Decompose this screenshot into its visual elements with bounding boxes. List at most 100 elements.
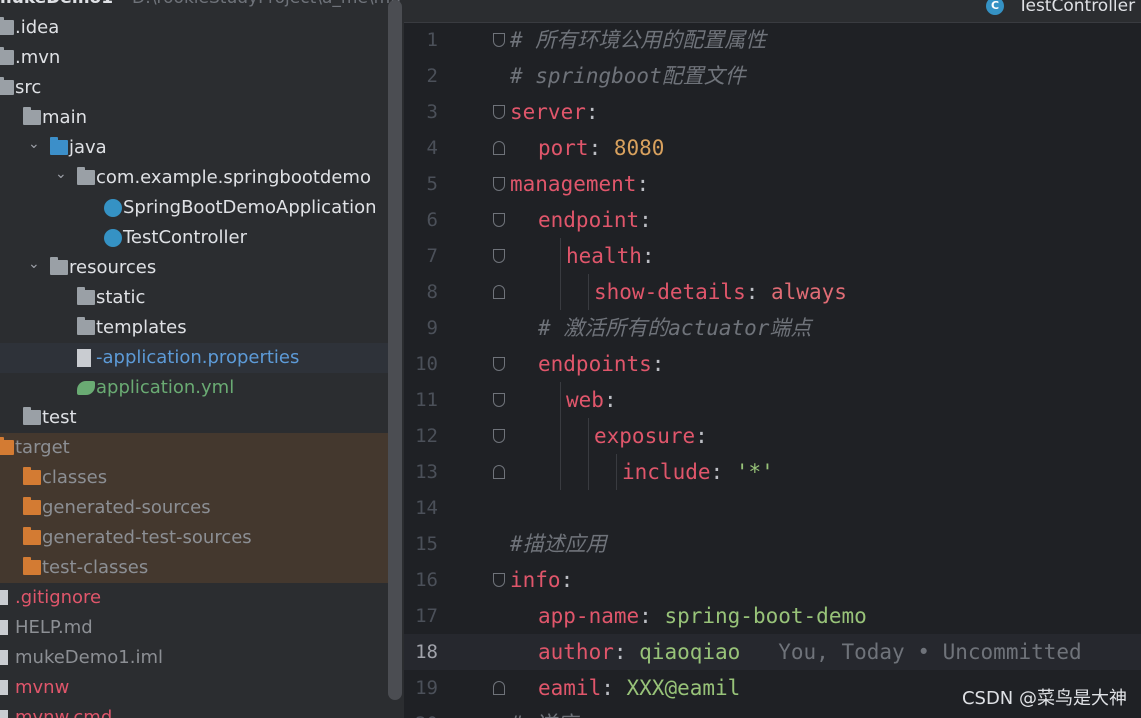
indent-guide [588,274,589,310]
code-token: #描述应用 [510,532,607,556]
fold-marker-icon[interactable] [493,105,505,119]
chevron-down-icon[interactable]: ⌄ [28,249,40,279]
folder-icon [23,107,41,125]
folder-icon [0,77,14,95]
code-line[interactable]: 15 #描述应用 [404,526,1141,562]
code-token: XXX@eamil [626,676,741,700]
line-number: 14 [415,497,438,519]
excluded-folder-icon [0,437,14,455]
excluded-folder-icon [23,497,41,515]
indent-guide [560,418,561,454]
code-line[interactable]: 17 app-name: spring-boot-demo [404,598,1141,634]
line-number: 1 [426,29,438,51]
tree-item[interactable]: HELP.md [0,613,390,643]
code-line[interactable]: 8 show-details: always [404,274,1141,310]
tree-item[interactable]: ⌄ resources [0,253,390,283]
tree-item[interactable]: -application.properties [0,343,390,373]
tree-item[interactable]: classes [0,463,390,493]
code-token: include [622,460,711,484]
folder-icon [23,407,41,425]
tree-item[interactable]: ⌄ com.example.springbootdemo [0,163,390,193]
spring-boot-class-icon [104,199,122,217]
tree-item[interactable]: SpringBootDemoApplication [0,193,390,223]
code-line[interactable]: 18 author: qiaoqiao You, Today • Uncommit… [404,634,1141,670]
code-line[interactable]: 7 health: [404,238,1141,274]
tree-item-label: .mvn [15,47,61,68]
project-scrollbar[interactable] [388,0,402,700]
tree-item[interactable]: templates [0,313,390,343]
line-number: 17 [415,605,438,627]
line-number: 20 [404,706,438,718]
fold-marker-icon[interactable] [493,465,505,479]
code-line[interactable]: 14 [404,490,1141,526]
fold-marker-icon[interactable] [493,681,505,695]
chevron-down-icon[interactable]: ⌄ [55,159,67,189]
indent-guide [616,454,617,490]
code-token: : [613,640,640,664]
tree-item-label: test-classes [42,557,149,578]
tree-item[interactable]: .mvn [0,43,390,73]
tree-item[interactable]: static [0,283,390,313]
code-text: # 逆序 [510,706,577,718]
code-text: author: qiaoqiao You, Today • Uncommitte… [538,634,1082,670]
fold-marker-icon[interactable] [493,285,505,299]
project-name[interactable]: mukeDemo1 [0,0,113,8]
fold-marker-icon[interactable] [493,573,505,587]
code-token: : [651,352,665,376]
tree-item[interactable]: .idea [0,13,390,43]
fold-marker-icon[interactable] [493,357,505,371]
tree-item[interactable]: application.yml [0,373,390,403]
tree-item[interactable]: target [0,433,390,463]
tree-item-label: java [69,137,107,158]
tree-item[interactable]: test-classes [0,553,390,583]
code-token: : [639,208,652,232]
tree-item[interactable]: test [0,403,390,433]
chevron-down-icon[interactable]: ⌄ [28,129,40,159]
tree-item[interactable]: main [0,103,390,133]
code-token: # 所有环境公用的配置属性 [510,28,767,52]
tree-item[interactable]: mukeDemo1.iml [0,643,390,673]
code-line[interactable]: 6 endpoint: [404,202,1141,238]
resources-folder-icon [50,257,68,275]
tree-item[interactable]: generated-test-sources [0,523,390,553]
line-number: 2 [426,65,438,87]
code-line[interactable]: 13 include: '*' [404,454,1141,490]
tree-item[interactable]: mvnw [0,673,390,703]
code-token: author [538,640,614,664]
code-line[interactable]: 9 # 激活所有的actuator端点 [404,310,1141,346]
fold-marker-icon[interactable] [493,429,505,443]
tree-item-label: src [15,77,42,98]
code-token: : [710,460,736,484]
code-line[interactable]: 5 management: [404,166,1141,202]
tree-item[interactable]: src [0,73,390,103]
code-token: '*' [735,460,774,484]
fold-marker-icon[interactable] [493,213,505,227]
fold-marker-icon[interactable] [493,393,505,407]
code-token: health [566,244,642,268]
tree-item-label: -application.properties [96,347,300,368]
code-line[interactable]: 10 endpoints: [404,346,1141,382]
code-token: : [641,244,655,268]
code-line[interactable]: 16 info: [404,562,1141,598]
tree-item[interactable]: generated-sources [0,493,390,523]
file-icon [0,590,8,605]
code-line[interactable]: 2 # springboot配置文件 [404,58,1141,94]
code-text: web: [566,382,617,418]
file-icon [0,620,8,635]
code-line[interactable]: 1 # 所有环境公用的配置属性 [404,22,1141,58]
tree-item[interactable]: TestController [0,223,390,253]
fold-marker-icon[interactable] [493,177,505,191]
code-line[interactable]: 12 exposure: [404,418,1141,454]
fold-marker-icon[interactable] [493,249,505,263]
editor: C TestController 1 # 所有环境公用的配置属性 2 # spring… [404,0,1141,718]
tree-item[interactable]: mvnw.cmd [0,703,390,718]
code-line[interactable]: 3 server: [404,94,1141,130]
fold-marker-icon[interactable] [493,141,505,155]
tree-item[interactable]: .gitignore [0,583,390,613]
watermark: CSDN @菜鸟是大神 [961,688,1127,709]
code-token: always [771,280,847,304]
code-line[interactable]: 11 web: [404,382,1141,418]
file-icon [0,710,8,718]
fold-marker-icon[interactable] [493,33,505,47]
code-line[interactable]: 4 port: 8080 [404,130,1141,166]
